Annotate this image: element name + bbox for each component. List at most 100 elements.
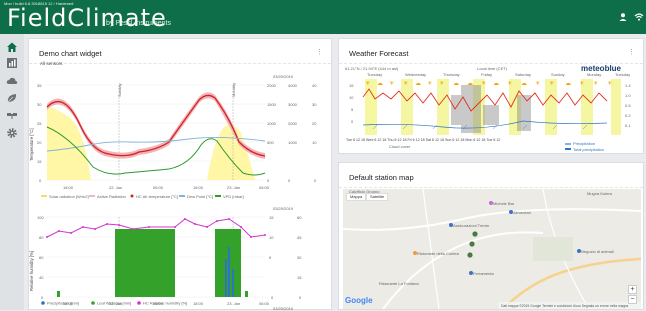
- svg-text:☁: ☁: [565, 80, 571, 87]
- leaf-icon[interactable]: [6, 91, 18, 103]
- svg-text:22. Jan: 22. Jan: [109, 185, 122, 190]
- mid-left-axis: 1008060400: [37, 215, 44, 300]
- map-footer: Dati mappa ©2019 Google Termini e condiz…: [501, 304, 628, 308]
- leaf-wetness-bar: [115, 229, 175, 297]
- sidebar: [0, 34, 24, 310]
- svg-text:30: 30: [297, 255, 302, 260]
- svg-text:Leaf Wetness [min]: Leaf Wetness [min]: [97, 301, 131, 306]
- svg-text:☀: ☀: [427, 80, 433, 87]
- svg-text:Ferramenta: Ferramenta: [473, 271, 494, 276]
- left-axis-label-temperature: Temperature [°C]: [29, 128, 34, 161]
- user-icon[interactable]: [618, 12, 628, 22]
- top-chart-legend: Solar radiation [W/m2] Active Radiation …: [41, 194, 244, 199]
- svg-text:Ristorante La Fontana: Ristorante La Fontana: [379, 281, 419, 286]
- svg-text:Monday: Monday: [587, 72, 601, 77]
- map-canvas[interactable]: Mugna Kulera Calzificio Gruppo Michele B…: [343, 189, 641, 309]
- title-divider: [29, 63, 331, 64]
- forecast-left-axis: 15 10 5 0: [349, 83, 354, 124]
- svg-text:HC Air temperature [°C]: HC Air temperature [°C]: [136, 194, 178, 199]
- widget-title: Demo chart widget: [39, 49, 102, 58]
- svg-text:2000: 2000: [288, 121, 298, 126]
- precipitation-bar: [225, 259, 227, 297]
- svg-text:0: 0: [267, 178, 270, 183]
- svg-text:☁: ☁: [467, 80, 473, 87]
- svg-text:1.4: 1.4: [625, 83, 631, 88]
- svg-text:60: 60: [297, 215, 302, 220]
- svg-text:1000: 1000: [288, 140, 298, 145]
- svg-text:Ristorante della Contea: Ristorante della Contea: [417, 251, 460, 256]
- svg-text:40: 40: [39, 275, 44, 280]
- svg-text:0: 0: [351, 119, 354, 124]
- svg-text:☁: ☁: [377, 80, 383, 87]
- top-x-axis: 18:00 22. Jan 06:00 18:00 23. Jan 06:00: [63, 185, 270, 190]
- svg-text:Precipitation [mm]: Precipitation [mm]: [47, 301, 79, 306]
- svg-text:45: 45: [297, 235, 302, 240]
- settings-gear-icon[interactable]: [6, 126, 18, 138]
- forecast-right-axis: 1.4 1.0 0.5 0.2 0.1: [625, 83, 631, 128]
- svg-text:☀: ☀: [365, 80, 371, 87]
- svg-text:0.5: 0.5: [625, 103, 631, 108]
- map-title: Default station map: [349, 173, 414, 182]
- svg-text:Wednesday: Wednesday: [405, 72, 426, 77]
- svg-text:Assicurazioni Trento: Assicurazioni Trento: [453, 223, 490, 228]
- svg-text:0: 0: [314, 178, 317, 183]
- chart-date-mid: 03/20/2019: [273, 206, 294, 211]
- map-type-map-button[interactable]: Mappa: [346, 193, 367, 201]
- weather-icons: ☀ ☁ ☀ ☀ ☁ ☀ ☀ ☁ ☁ ☀ ☁ ☀ ☁ ☀ ☀ ☁ ☀ ☀ ☀: [365, 80, 613, 87]
- svg-text:4000: 4000: [288, 83, 298, 88]
- total-precip-legend: Total precipitation: [573, 147, 604, 152]
- sensor-chart[interactable]: 03/20/2019 Sunday Monday 35 30 25 20 15 0 Tem…: [29, 69, 333, 311]
- svg-text:80: 80: [39, 235, 44, 240]
- demo-chart-widget: Demo chart widget ⋮ All sensors 03/20/20…: [28, 38, 333, 311]
- svg-text:☀: ☀: [403, 80, 409, 87]
- home-icon[interactable]: [6, 40, 18, 52]
- precipitation-bar: [232, 269, 234, 297]
- map-type-satellite-button[interactable]: Satellite: [366, 193, 389, 201]
- svg-text:15: 15: [297, 275, 302, 280]
- weather-title: Weather Forecast: [349, 49, 409, 58]
- svg-text:Thursday: Thursday: [443, 72, 460, 77]
- svg-text:☀: ☀: [549, 80, 555, 87]
- svg-text:Solar radiation [W/m2]: Solar radiation [W/m2]: [49, 194, 89, 199]
- svg-text:Sunday: Sunday: [551, 72, 565, 77]
- left-axis-label-humidity: Relative humidity [%]: [29, 251, 34, 291]
- svg-text:30: 30: [37, 102, 42, 107]
- google-logo: Google: [345, 296, 373, 305]
- title-divider: [339, 63, 643, 64]
- svg-text:20: 20: [312, 121, 317, 126]
- svg-text:Mugna Kulera: Mugna Kulera: [587, 191, 613, 196]
- svg-text:Tuesday: Tuesday: [615, 72, 630, 77]
- chart-icon[interactable]: [6, 56, 18, 68]
- svg-text:23. Jan: 23. Jan: [227, 185, 240, 190]
- svg-text:0.1: 0.1: [625, 123, 631, 128]
- location-coords: 61.21°N / 21.94°E (444 m asl): [345, 66, 399, 71]
- svg-text:☀: ☀: [593, 80, 599, 87]
- svg-text:2000: 2000: [267, 83, 277, 88]
- svg-text:☁: ☁: [415, 80, 421, 87]
- weather-forecast-widget: Weather Forecast ⋮ 61.21°N / 21.94°E (44…: [338, 38, 644, 154]
- svg-text:5: 5: [269, 255, 272, 260]
- station-map-widget: Default station map Mugna Kulera Calzifi…: [338, 162, 644, 310]
- svg-text:25: 25: [37, 121, 42, 126]
- svg-text:100: 100: [37, 215, 44, 220]
- svg-text:18:00: 18:00: [193, 185, 204, 190]
- satellite-icon[interactable]: [6, 108, 18, 120]
- svg-text:☀: ☀: [579, 80, 585, 87]
- zoom-out-button[interactable]: −: [628, 295, 637, 304]
- svg-text:☁: ☁: [493, 80, 499, 87]
- weather-menu-icon[interactable]: ⋮: [628, 48, 635, 56]
- svg-text:10: 10: [312, 140, 317, 145]
- zoom-in-button[interactable]: +: [628, 285, 637, 294]
- svg-text:☀: ☀: [481, 80, 487, 87]
- svg-text:☀: ☀: [389, 80, 395, 87]
- svg-text:☁: ☁: [521, 80, 527, 87]
- weather-cloud-icon[interactable]: [6, 74, 18, 86]
- cloud-cover-label: Cloud cover: [389, 144, 411, 149]
- day-label-monday: Monday: [231, 83, 236, 97]
- wifi-icon[interactable]: [634, 12, 644, 22]
- svg-text:0.2: 0.2: [625, 113, 631, 118]
- meteogram[interactable]: 61.21°N / 21.94°E (444 m asl) Local time…: [343, 65, 641, 153]
- svg-text:☀: ☀: [607, 80, 613, 87]
- local-time-label: Local time (CET): [477, 66, 508, 71]
- widget-menu-icon[interactable]: ⋮: [316, 48, 323, 56]
